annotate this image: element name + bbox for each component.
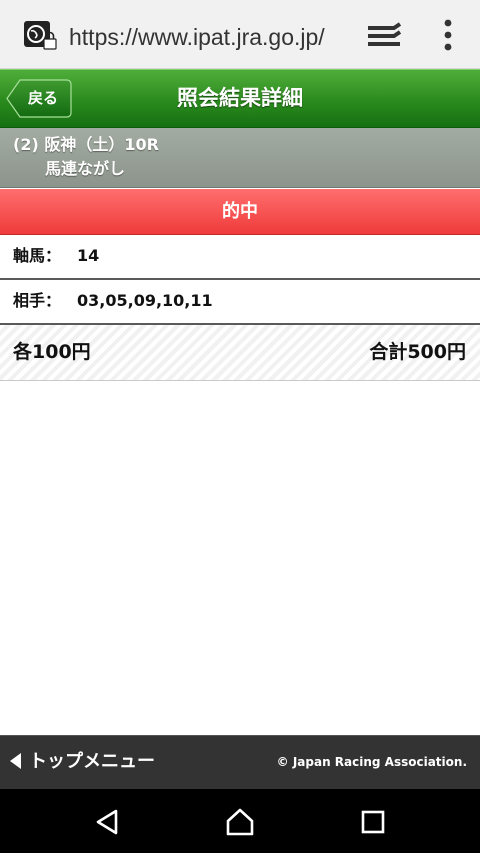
back-icon[interactable]	[92, 807, 122, 837]
content-area	[0, 382, 480, 735]
partner-row: 相手： 03,05,09,10,11	[0, 280, 480, 325]
back-button[interactable]: 戻る	[6, 79, 72, 118]
left-arrow-icon	[10, 753, 21, 769]
tab-switcher-icon[interactable]	[366, 22, 402, 50]
page-title: 照会結果詳細	[177, 86, 303, 110]
axis-horse-value: 14	[77, 246, 100, 265]
browser-toolbar: https://www.ipat.jra.go.jp/	[0, 0, 480, 69]
partner-label: 相手：	[13, 291, 62, 310]
footer: トップメニュー © Japan Racing Association.	[0, 735, 480, 789]
race-info: (2) 阪神（土）10R 馬連ながし	[0, 128, 480, 188]
amount-each: 各100円	[13, 341, 91, 363]
top-menu-link[interactable]: トップメニュー	[10, 736, 155, 788]
axis-horse-label: 軸馬：	[13, 246, 62, 265]
page: https://www.ipat.jra.go.jp/ 照会結果詳細 戻る (2…	[0, 0, 480, 853]
axis-horse-row: 軸馬： 14	[0, 235, 480, 280]
amount-total: 合計500円	[369, 341, 466, 363]
back-button-label: 戻る	[28, 89, 59, 107]
top-menu-label: トップメニュー	[29, 751, 155, 772]
site-security-icon[interactable]	[22, 19, 60, 55]
overflow-menu-icon[interactable]	[436, 18, 460, 52]
partner-value: 03,05,09,10,11	[77, 291, 213, 310]
result-status-banner: 的中	[0, 189, 480, 235]
copyright: © Japan Racing Association.	[276, 755, 467, 769]
home-icon[interactable]	[225, 807, 255, 837]
race-name: (2) 阪神（土）10R	[13, 135, 159, 154]
amount-row: 各100円 合計500円	[0, 325, 480, 381]
bet-type: 馬連ながし	[45, 159, 126, 178]
android-nav-bar	[0, 789, 480, 853]
url-field[interactable]: https://www.ipat.jra.go.jp/	[69, 21, 343, 53]
recent-apps-icon[interactable]	[358, 807, 388, 837]
page-header: 照会結果詳細 戻る	[0, 69, 480, 128]
